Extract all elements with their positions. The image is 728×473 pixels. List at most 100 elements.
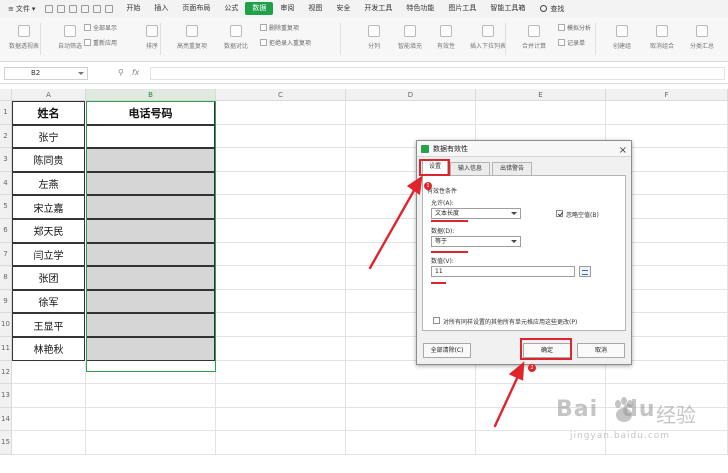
name-cell[interactable]: 陈同贵 [12, 148, 85, 172]
grid-cell[interactable] [12, 360, 86, 385]
ribbon-button-14[interactable]: 模拟分析 [558, 23, 591, 32]
grid-cell[interactable] [216, 384, 346, 408]
tab-input-message[interactable]: 输入信息 [450, 162, 490, 175]
preview-icon[interactable] [81, 4, 90, 13]
row-header[interactable]: 7 [0, 242, 12, 267]
row-header[interactable]: 12 [0, 360, 12, 385]
grid-cell[interactable] [216, 431, 346, 455]
redo-icon[interactable] [105, 4, 114, 13]
column-header-f[interactable]: F [606, 89, 728, 101]
menu-tab-5[interactable]: 审阅 [273, 2, 301, 15]
ignore-blank-checkbox[interactable] [556, 210, 563, 217]
tab-error-alert[interactable]: 出错警告 [492, 162, 532, 175]
ribbon-button-6[interactable]: 数据对比 [214, 25, 258, 50]
row-header[interactable]: 10 [0, 313, 12, 337]
phone-cell[interactable] [86, 242, 215, 267]
export-icon[interactable] [57, 4, 66, 13]
column-header-c[interactable]: C [216, 89, 346, 101]
phone-cell[interactable] [86, 195, 215, 219]
ribbon-button-3[interactable]: 重新应用 [84, 38, 117, 47]
grid-cell[interactable] [216, 266, 346, 290]
name-cell[interactable]: 林艳秋 [12, 337, 85, 361]
menu-tab-7[interactable]: 安全 [329, 2, 357, 15]
menu-tab-9[interactable]: 特色功能 [399, 2, 441, 15]
ribbon-button-17[interactable]: 取消组合 [640, 25, 684, 50]
name-box[interactable]: B2 [4, 67, 88, 80]
phone-cell[interactable] [86, 171, 215, 196]
menu-tab-11[interactable]: 智能工具箱 [483, 2, 532, 15]
ribbon-button-16[interactable]: 创建组 [600, 25, 644, 50]
ribbon-button-2[interactable]: 全部显示 [84, 23, 117, 32]
ribbon-button-5[interactable]: 高亮重复项 [170, 25, 214, 50]
undo-icon[interactable] [93, 4, 102, 13]
fx-icon[interactable]: fx [132, 68, 140, 77]
row-header[interactable]: 4 [0, 171, 12, 196]
grid-cell[interactable] [12, 407, 86, 432]
phone-cell[interactable] [86, 337, 215, 361]
grid-cell[interactable] [216, 360, 346, 385]
grid-cell[interactable] [216, 289, 346, 314]
row-header[interactable]: 15 [0, 431, 12, 455]
grid-cell[interactable] [346, 101, 476, 125]
name-cell[interactable]: 宋立嘉 [12, 195, 85, 219]
grid-cell[interactable] [12, 384, 86, 408]
ribbon-button-12[interactable]: 插入下拉列表 [466, 25, 510, 50]
ribbon-button-4[interactable]: 排序 [130, 25, 174, 50]
grid-cell[interactable] [216, 195, 346, 219]
grid-cell[interactable] [476, 101, 606, 125]
grid-cell[interactable] [216, 148, 346, 172]
grid-cell[interactable] [346, 431, 476, 455]
row-header[interactable]: 11 [0, 337, 12, 361]
grid-cell[interactable] [606, 101, 728, 125]
column-header-e[interactable]: E [476, 89, 606, 101]
ribbon-button-7[interactable]: 删除重复项 [260, 23, 299, 32]
row-header[interactable]: 9 [0, 289, 12, 314]
row-header[interactable]: 13 [0, 384, 12, 408]
row-header[interactable]: 5 [0, 195, 12, 219]
allow-select[interactable]: 文本长度 [431, 208, 521, 219]
close-icon[interactable]: × [619, 143, 627, 159]
ribbon-button-13[interactable]: 合并计算 [512, 25, 556, 50]
grid-cell[interactable] [216, 242, 346, 267]
grid-cell[interactable] [12, 431, 86, 455]
menu-tab-10[interactable]: 图片工具 [441, 2, 483, 15]
data-select[interactable]: 等于 [431, 236, 521, 247]
name-cell[interactable]: 王显平 [12, 313, 85, 337]
grid-cell[interactable] [216, 407, 346, 432]
grid-cell[interactable] [216, 124, 346, 149]
phone-cell[interactable] [86, 289, 215, 314]
name-cell[interactable]: 郑天民 [12, 219, 85, 243]
grid-cell[interactable] [216, 219, 346, 243]
ribbon-button-18[interactable]: 分类汇总 [680, 25, 724, 50]
phone-cell[interactable] [86, 313, 215, 337]
header-cell-name[interactable]: 姓名 [12, 101, 85, 125]
name-cell[interactable]: 闫立学 [12, 242, 85, 267]
ribbon-button-15[interactable]: 记录单 [558, 38, 585, 47]
ribbon-button-8[interactable]: 拒绝录入重复项 [260, 38, 311, 47]
file-menu[interactable]: ≡ 文件 ▾ [4, 2, 39, 15]
grid-cell[interactable] [216, 171, 346, 196]
name-cell[interactable]: 张宁 [12, 124, 85, 149]
menu-tab-0[interactable]: 开始 [119, 2, 147, 15]
column-header-a[interactable]: A [12, 89, 86, 101]
range-select-icon[interactable] [579, 266, 591, 277]
menu-tab-6[interactable]: 视图 [301, 2, 329, 15]
column-header-d[interactable]: D [346, 89, 476, 101]
menu-tab-8[interactable]: 开发工具 [357, 2, 399, 15]
column-header-b[interactable]: B [86, 89, 216, 101]
print-icon[interactable] [69, 4, 78, 13]
zoom-icon[interactable]: ⚲ [118, 68, 124, 77]
grid-cell[interactable] [216, 101, 346, 125]
cancel-button[interactable]: 取消 [577, 343, 625, 358]
row-header[interactable]: 3 [0, 148, 12, 172]
phone-cell[interactable] [86, 148, 215, 172]
menu-tab-1[interactable]: 插入 [147, 2, 175, 15]
menu-tab-3[interactable]: 公式 [217, 2, 245, 15]
value-input[interactable]: 11 [431, 266, 575, 277]
row-header[interactable]: 2 [0, 124, 12, 149]
menu-tab-4[interactable]: 数据 [245, 2, 274, 15]
grid-cell[interactable] [86, 384, 216, 408]
menu-tab-2[interactable]: 页面布局 [175, 2, 217, 15]
phone-cell[interactable] [86, 219, 215, 243]
row-header[interactable]: 1 [0, 101, 12, 125]
